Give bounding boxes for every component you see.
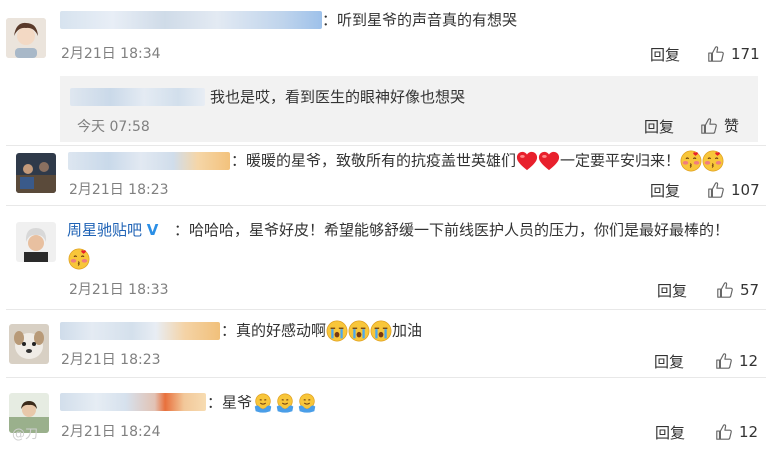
comment-text: ：星爷 [207, 392, 318, 414]
like-count: 107 [731, 181, 760, 199]
verified-badge-icon: V [146, 221, 159, 239]
blurred-username[interactable] [60, 322, 220, 340]
comment-time: 2月21日 18:34 [61, 46, 161, 62]
blurred-username[interactable] [68, 152, 230, 170]
like-count: 57 [740, 281, 760, 299]
like-label: 赞 [724, 117, 740, 135]
author-name[interactable]: 周星驰贴吧 V [67, 220, 158, 240]
avatar[interactable] [6, 18, 46, 58]
thumbs-up-icon [707, 181, 725, 199]
like-button[interactable]: 12 [715, 423, 758, 441]
sub-reply-time: 今天 07:58 [77, 119, 150, 135]
like-count: 171 [731, 45, 760, 63]
hugging-emoji-icon [296, 392, 318, 414]
blurred-username[interactable] [60, 393, 206, 411]
comment-time: 2月21日 18:23 [69, 182, 169, 198]
comment-time: 2月21日 18:23 [61, 352, 161, 368]
like-count: 12 [739, 423, 759, 441]
avatar[interactable] [9, 324, 49, 364]
crying-emoji-icon [370, 320, 392, 342]
divider [6, 377, 766, 378]
crying-emoji-icon [348, 320, 370, 342]
comment-time: 2月21日 18:33 [69, 282, 169, 298]
watermark: @刀 [12, 427, 39, 442]
blush-kiss-emoji-icon [702, 150, 724, 172]
thumbs-up-icon [715, 352, 733, 370]
like-button[interactable]: 171 [707, 45, 760, 63]
reply-button[interactable]: 回复 [655, 424, 685, 442]
blush-kiss-emoji-icon [680, 150, 702, 172]
comment-text: ：听到星爷的声音真的有想哭 [322, 11, 518, 29]
reply-button[interactable]: 回复 [657, 282, 687, 300]
reply-button[interactable]: 回复 [650, 46, 680, 64]
like-button[interactable]: 12 [715, 352, 758, 370]
thumbs-up-icon [715, 423, 733, 441]
comment-text: ：哈哈哈，星爷好皮！希望能够舒缓一下前线医护人员的压力，你们是最好最棒的！ [174, 221, 730, 239]
comment-time: 2月21日 18:24 [61, 424, 161, 440]
red-heart-icon [516, 150, 538, 172]
thumbs-up-icon [707, 45, 725, 63]
comment-text: ：真的好感动啊 加油 [221, 320, 422, 342]
divider [6, 205, 766, 206]
sub-reply-box: 我也是哎，看到医生的眼神好像也想哭 今天 07:58 回复 赞 [60, 76, 758, 142]
blurred-username[interactable] [70, 88, 205, 106]
thumbs-up-icon [700, 117, 718, 135]
reply-button[interactable]: 回复 [650, 182, 680, 200]
like-button[interactable]: 赞 [700, 117, 739, 135]
divider [6, 145, 766, 146]
comment-text: ：暖暖的星爷，致敬所有的抗疫盖世英雄们 一定要平安归来！ [231, 150, 724, 172]
red-heart-icon [538, 150, 560, 172]
sub-reply-text: 我也是哎，看到医生的眼神好像也想哭 [210, 88, 466, 106]
reply-button[interactable]: 回复 [644, 118, 674, 136]
divider [6, 309, 766, 310]
hugging-emoji-icon [274, 392, 296, 414]
avatar[interactable] [16, 153, 56, 193]
thumbs-up-icon [716, 281, 734, 299]
blush-kiss-emoji-icon [68, 248, 90, 270]
hugging-emoji-icon [252, 392, 274, 414]
like-button[interactable]: 57 [716, 281, 759, 299]
blurred-username[interactable] [60, 11, 322, 29]
crying-emoji-icon [326, 320, 348, 342]
avatar[interactable] [16, 222, 56, 262]
reply-button[interactable]: 回复 [654, 353, 684, 371]
like-count: 12 [739, 352, 759, 370]
like-button[interactable]: 107 [707, 181, 760, 199]
